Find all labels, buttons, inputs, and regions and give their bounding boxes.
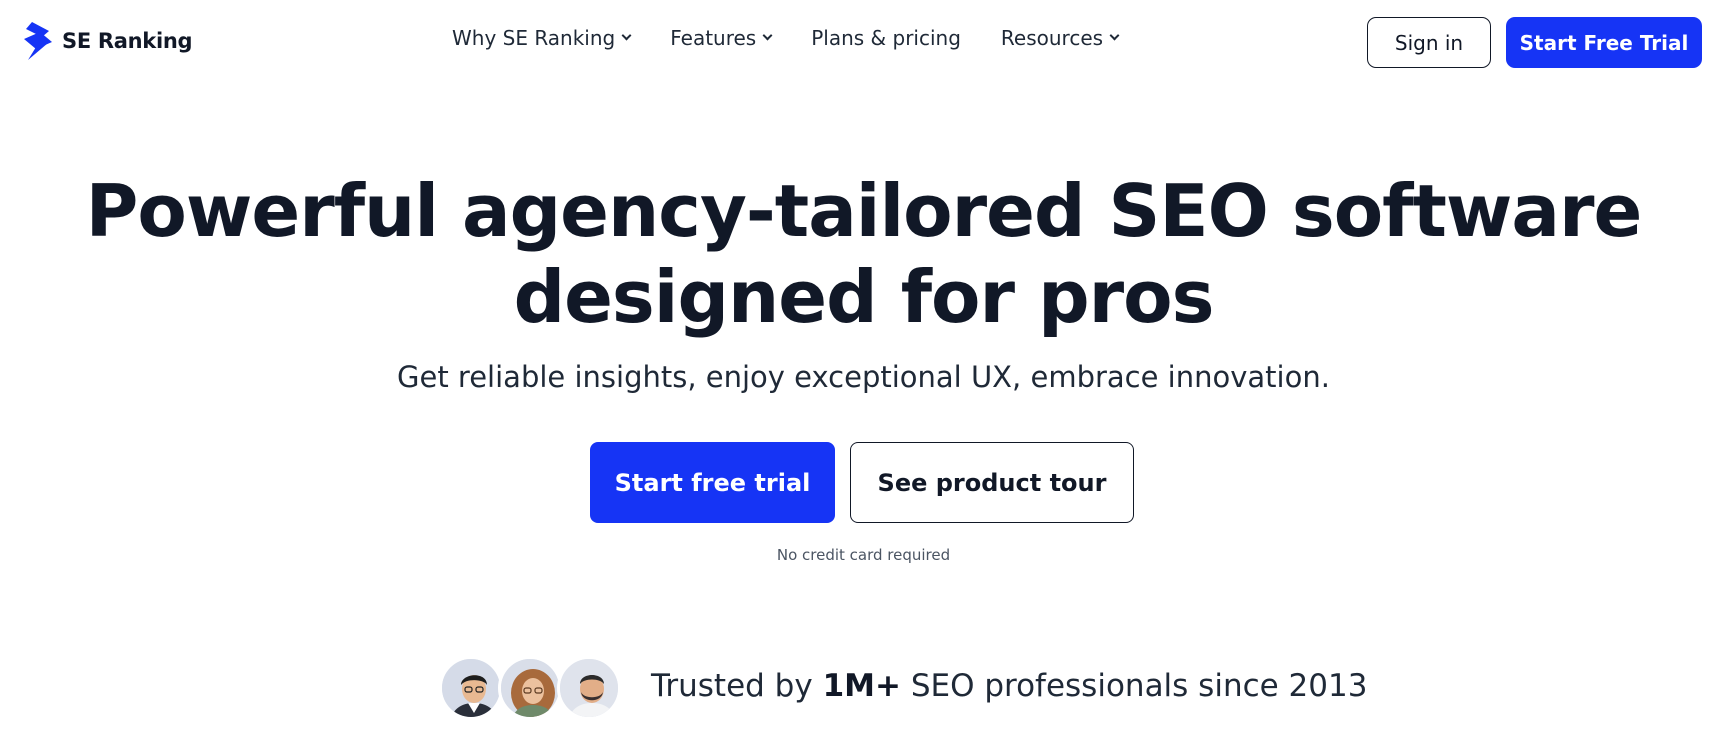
chevron-down-icon [1109,30,1120,41]
nav-features[interactable]: Features [670,26,773,50]
sign-in-button[interactable]: Sign in [1367,17,1491,68]
nav-why-se-ranking[interactable]: Why SE Ranking [452,26,632,50]
nav-plans-pricing[interactable]: Plans & pricing [811,26,961,50]
logo-text: SE Ranking [62,29,193,53]
main-nav: Why SE Ranking Features Plans & pricing … [452,26,1120,50]
see-product-tour-button[interactable]: See product tour [850,442,1134,523]
chevron-down-icon [762,30,773,41]
avatar-woman-curly-hair [498,656,562,720]
chevron-down-icon [621,30,632,41]
nav-label: Resources [1000,26,1104,50]
hero-title-line-1: Powerful agency-tailored SEO software [85,169,1643,253]
trust-highlight: 1M+ [822,668,901,704]
avatar-man-glasses [439,656,503,720]
logo-link[interactable]: SE Ranking [22,22,193,60]
start-free-trial-header-button[interactable]: Start Free Trial [1506,17,1702,68]
avatar-group [439,656,621,720]
site-header: SE Ranking Why SE Ranking Features Plans… [0,0,1727,84]
nav-label: Why SE Ranking [452,26,616,50]
nav-resources[interactable]: Resources [1000,26,1120,50]
trust-statement: Trusted by 1M+ SEO professionals since 2… [651,668,1367,704]
hero-subtitle: Get reliable insights, enjoy exceptional… [397,360,1330,394]
trust-prefix: Trusted by [651,668,823,704]
se-ranking-logo-icon [22,22,54,60]
hero-title-line-2: designed for pros [513,255,1215,339]
page: SE Ranking Why SE Ranking Features Plans… [0,0,1727,743]
no-credit-card-note: No credit card required [776,546,951,564]
nav-label: Plans & pricing [811,26,961,50]
start-free-trial-button[interactable]: Start free trial [590,442,835,523]
trust-suffix: SEO professionals since 2013 [900,668,1368,704]
hero-title: Powerful agency-tailored SEO software de… [0,168,1727,340]
nav-label: Features [670,26,757,50]
avatar-man-beard [557,656,621,720]
